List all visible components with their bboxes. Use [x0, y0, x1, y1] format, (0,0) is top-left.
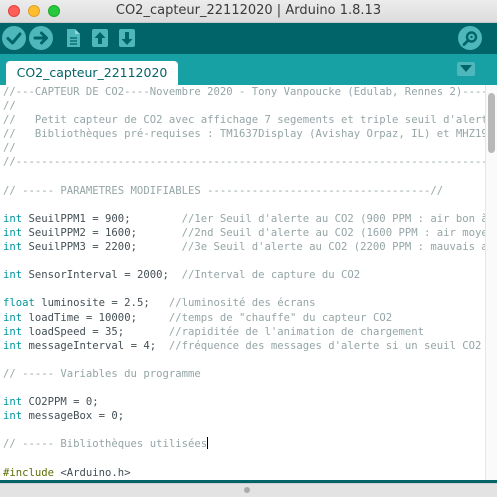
window-title: CO2_capteur_22112020 | Arduino 1.8.13	[115, 3, 382, 18]
tab-menu-button[interactable]	[457, 62, 475, 76]
code-token: //3e Seuil d'alerte au CO2 (2200 PPM : m…	[181, 241, 485, 254]
code-token: // Bibliothèques pré-requises : TM1637Di…	[3, 128, 485, 141]
code-token: messageBox = 0;	[22, 410, 125, 423]
code-line[interactable]: // Bibliothèques pré-requises : TM1637Di…	[3, 127, 485, 141]
text-cursor	[207, 437, 209, 450]
code-token: //rapiditée de l'animation de chargement	[168, 325, 424, 338]
code-token: messageInterval = 4;	[22, 339, 169, 352]
code-token: // ----- Bibliothèques utilisées	[3, 438, 208, 451]
magnifier-icon	[462, 31, 478, 46]
code-token: int	[3, 396, 23, 409]
code-token: //luminosité des écrans	[168, 297, 316, 310]
splitter-grip-icon	[244, 487, 250, 493]
open-sketch-button[interactable]	[88, 26, 112, 50]
checkmark-icon	[6, 32, 22, 45]
code-line[interactable]	[3, 423, 485, 437]
code-token: SeuilPPM2 = 1600;	[22, 226, 182, 239]
code-token: CO2PPM = 0;	[22, 396, 99, 409]
code-line[interactable]: #include <Arduino.h>	[3, 466, 485, 480]
vertical-scrollbar[interactable]	[485, 85, 497, 480]
upload-button[interactable]	[29, 26, 53, 50]
code-editor[interactable]: //---CAPTEUR DE CO2----Novembre 2020 - T…	[0, 85, 485, 480]
code-line[interactable]	[3, 353, 485, 367]
code-token: int	[3, 410, 23, 423]
code-line[interactable]	[3, 282, 485, 296]
code-token: //---CAPTEUR DE CO2----Novembre 2020 - T…	[3, 86, 485, 98]
code-line[interactable]	[3, 254, 485, 268]
code-line[interactable]: int loadSpeed = 35; //rapiditée de l'ani…	[3, 325, 485, 339]
save-sketch-button[interactable]	[115, 26, 139, 50]
serial-monitor-button[interactable]	[458, 26, 482, 50]
code-token: int	[3, 212, 23, 225]
code-token: loadTime = 10000;	[22, 311, 169, 324]
code-token: //temps de "chauffe" du capteur CO2	[168, 311, 393, 324]
code-line[interactable]: int loadTime = 10000; //temps de "chauff…	[3, 311, 485, 325]
code-token: loadSpeed = 35;	[22, 325, 169, 338]
title-bar: CO2_capteur_22112020 | Arduino 1.8.13	[0, 0, 497, 23]
code-token: luminosite = 2.5;	[34, 297, 169, 310]
scrollbar-thumb[interactable]	[488, 93, 495, 153]
code-line[interactable]: // ----- Variables du programme	[3, 367, 485, 381]
code-line[interactable]: //	[3, 141, 485, 155]
code-line[interactable]: int messageBox = 0;	[3, 409, 485, 423]
verify-button[interactable]	[2, 26, 26, 50]
arrow-right-icon	[33, 31, 48, 45]
arrow-up-icon	[92, 29, 108, 47]
code-line[interactable]	[3, 198, 485, 212]
code-line[interactable]: // Petit capteur de CO2 avec affichage 7…	[3, 113, 485, 127]
code-token: //	[3, 142, 16, 155]
code-token: int	[3, 325, 23, 338]
code-line[interactable]: int SeuilPPM2 = 1600; //2nd Seuil d'aler…	[3, 226, 485, 240]
arrow-down-icon	[119, 29, 135, 47]
code-text[interactable]: //---CAPTEUR DE CO2----Novembre 2020 - T…	[0, 85, 485, 480]
code-line[interactable]: //--------------------------------------…	[3, 155, 485, 169]
code-line[interactable]: // ----- PARAMETRES MODIFIABLES --------…	[3, 184, 485, 198]
code-token: int	[3, 226, 23, 239]
code-token: int	[3, 241, 23, 254]
code-token: //1er Seuil d'alerte au CO2 (900 PPM : a…	[181, 212, 485, 225]
code-token: // ----- Variables du programme	[3, 367, 201, 380]
editor-console-splitter[interactable]	[0, 483, 497, 497]
code-token: //--------------------------------------…	[3, 156, 485, 169]
new-file-icon	[67, 29, 80, 47]
code-line[interactable]: int SeuilPPM1 = 900; //1er Seuil d'alert…	[3, 212, 485, 226]
code-token: int	[3, 311, 23, 324]
code-token: int	[3, 339, 23, 352]
code-token: //Interval de capture du CO2	[181, 269, 361, 282]
code-token: //fréquence des messages d'alerte si un …	[168, 339, 482, 352]
code-token: SeuilPPM1 = 900;	[22, 212, 182, 225]
code-line[interactable]: int SensorInterval = 2000; //Interval de…	[3, 268, 485, 282]
code-token: <Arduino.h>	[54, 466, 131, 479]
code-token: SensorInterval = 2000;	[22, 269, 182, 282]
code-token: // Petit capteur de CO2 avec affichage 7…	[3, 114, 485, 127]
code-line[interactable]: float luminosite = 2.5; //luminosité des…	[3, 296, 485, 310]
code-token: //	[3, 100, 16, 113]
code-line[interactable]: // ----- Bibliothèques utilisées	[3, 437, 485, 451]
code-line[interactable]: int SeuilPPM3 = 2200; //3e Seuil d'alert…	[3, 240, 485, 254]
code-line[interactable]: int messageInterval = 4; //fréquence des…	[3, 339, 485, 353]
code-token: //2nd Seuil d'alerte au CO2 (1600 PPM : …	[181, 226, 485, 239]
code-line[interactable]	[3, 170, 485, 184]
new-sketch-button[interactable]	[61, 26, 85, 50]
code-line[interactable]: //---CAPTEUR DE CO2----Novembre 2020 - T…	[3, 85, 485, 99]
code-line[interactable]: int CO2PPM = 0;	[3, 395, 485, 409]
chevron-down-icon	[460, 65, 472, 72]
code-token: // ----- PARAMETRES MODIFIABLES --------…	[3, 184, 444, 197]
code-line[interactable]	[3, 451, 485, 465]
code-line[interactable]: //	[3, 99, 485, 113]
code-token: SeuilPPM3 = 2200;	[22, 241, 182, 254]
toolbar	[0, 23, 497, 54]
tab-bar: CO2_capteur_22112020	[0, 54, 497, 85]
code-token: float	[3, 297, 35, 310]
code-line[interactable]	[3, 381, 485, 395]
code-token: int	[3, 269, 23, 282]
code-token: #include	[3, 466, 55, 479]
tab-sketch[interactable]: CO2_capteur_22112020	[6, 61, 178, 85]
